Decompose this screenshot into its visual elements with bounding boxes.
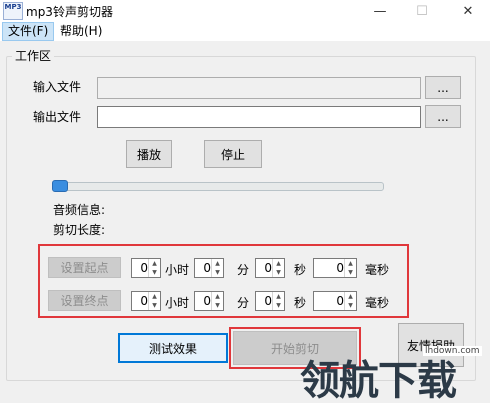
spin-down-icon[interactable]: ▼ (212, 268, 223, 277)
spin-up-icon[interactable]: ▲ (273, 259, 284, 268)
position-slider[interactable] (52, 182, 384, 191)
stop-button[interactable]: 停止 (204, 140, 262, 168)
slider-thumb[interactable] (52, 180, 68, 192)
output-browse-button[interactable]: ... (425, 105, 461, 128)
input-file-label: 输入文件 (33, 80, 82, 94)
watermark-url: lhdown.com (423, 346, 482, 356)
start-hours-spinner[interactable]: 0 ▲ ▼ (131, 258, 161, 278)
spin-up-icon[interactable]: ▲ (345, 259, 356, 268)
end-seconds-spinner[interactable]: 0 ▲ ▼ (255, 291, 285, 311)
menu-bar: 文件(F) 帮助(H) (0, 22, 490, 42)
app-icon: MP3 (3, 2, 23, 20)
spin-up-icon[interactable]: ▲ (149, 259, 160, 268)
test-effect-button[interactable]: 测试效果 (118, 333, 228, 363)
end-ms-spinner[interactable]: 0 ▲ ▼ (313, 291, 357, 311)
close-icon: ✕ (462, 3, 474, 19)
end-hours-unit: 小时 (165, 296, 190, 310)
workspace-group-label: 工作区 (12, 47, 55, 64)
spin-down-icon[interactable]: ▼ (273, 301, 284, 310)
set-end-button[interactable]: 设置终点 (48, 290, 121, 311)
start-seconds-value: 0 (264, 261, 272, 275)
end-seconds-unit: 秒 (294, 296, 307, 310)
start-minutes-value: 0 (203, 261, 211, 275)
start-seconds-spinner[interactable]: 0 ▲ ▼ (255, 258, 285, 278)
spin-up-icon[interactable]: ▲ (273, 292, 284, 301)
spin-down-icon[interactable]: ▼ (149, 301, 160, 310)
start-ms-spinner[interactable]: 0 ▲ ▼ (313, 258, 357, 278)
end-ms-unit: 毫秒 (365, 296, 390, 310)
start-seconds-unit: 秒 (294, 263, 307, 277)
spin-up-icon[interactable]: ▲ (345, 292, 356, 301)
spin-down-icon[interactable]: ▼ (149, 268, 160, 277)
end-hours-spinner[interactable]: 0 ▲ ▼ (131, 291, 161, 311)
spin-down-icon[interactable]: ▼ (345, 301, 356, 310)
spin-up-icon[interactable]: ▲ (212, 292, 223, 301)
start-hours-unit: 小时 (165, 263, 190, 277)
set-start-button[interactable]: 设置起点 (48, 257, 121, 278)
spin-down-icon[interactable]: ▼ (212, 301, 223, 310)
end-minutes-spinner[interactable]: 0 ▲ ▼ (194, 291, 224, 311)
start-ms-value: 0 (336, 261, 344, 275)
start-minutes-unit: 分 (237, 263, 250, 277)
output-file-field[interactable] (97, 106, 421, 128)
spin-up-icon[interactable]: ▲ (149, 292, 160, 301)
cut-length-label: 剪切长度: (53, 223, 106, 237)
window-title: mp3铃声剪切器 (26, 5, 113, 19)
title-bar: MP3 mp3铃声剪切器 — ☐ ✕ (0, 0, 490, 22)
input-file-field[interactable] (97, 77, 421, 99)
spin-down-icon[interactable]: ▼ (345, 268, 356, 277)
spin-down-icon[interactable]: ▼ (273, 268, 284, 277)
minimize-button[interactable]: — (358, 0, 402, 22)
output-file-label: 输出文件 (33, 110, 82, 124)
start-minutes-spinner[interactable]: 0 ▲ ▼ (194, 258, 224, 278)
watermark-logo: 领航下载 (300, 357, 457, 404)
maximize-icon: ☐ (416, 3, 428, 19)
close-button[interactable]: ✕ (446, 0, 490, 22)
spin-up-icon[interactable]: ▲ (212, 259, 223, 268)
maximize-button[interactable]: ☐ (400, 0, 444, 22)
end-hours-value: 0 (140, 294, 148, 308)
menu-help[interactable]: 帮助(H) (55, 23, 107, 40)
start-ms-unit: 毫秒 (365, 263, 390, 277)
input-browse-button[interactable]: ... (425, 76, 461, 99)
start-hours-value: 0 (140, 261, 148, 275)
end-minutes-value: 0 (203, 294, 211, 308)
end-seconds-value: 0 (264, 294, 272, 308)
minimize-icon: — (373, 3, 387, 19)
audio-info-label: 音频信息: (53, 203, 106, 217)
end-ms-value: 0 (336, 294, 344, 308)
end-minutes-unit: 分 (237, 296, 250, 310)
play-button[interactable]: 播放 (126, 140, 172, 168)
menu-file[interactable]: 文件(F) (2, 22, 55, 41)
